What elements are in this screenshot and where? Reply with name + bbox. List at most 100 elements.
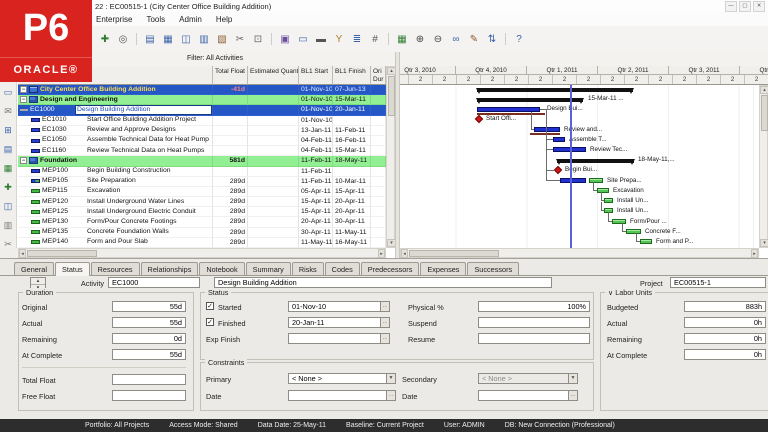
gantt-element[interactable]: [547, 170, 555, 171]
filter-icon[interactable]: Y: [331, 31, 347, 47]
details-tab[interactable]: Codes: [324, 262, 360, 275]
wbs-icon[interactable]: ▦: [160, 31, 176, 47]
sort-icon[interactable]: ⇅: [484, 31, 500, 47]
column-header-estimated-quantities[interactable]: Estimated Quantities: [248, 66, 299, 85]
started-date-field[interactable]: 01-Nov-10…: [288, 301, 390, 312]
table-row[interactable]: MEP115 Excavation 289d 05-Apr-11 15-Apr-…: [18, 186, 386, 198]
gantt-element[interactable]: [534, 127, 560, 132]
primary-constraint-dropdown[interactable]: < None > ▼: [288, 373, 396, 384]
scroll-down-icon[interactable]: ▾: [760, 239, 768, 247]
primary-constraint-date-field[interactable]: …: [288, 390, 396, 401]
secondary-constraint-date-field[interactable]: …: [478, 390, 578, 401]
copy-icon[interactable]: ⊡: [250, 31, 266, 47]
maximize-icon[interactable]: ▢: [739, 1, 751, 12]
notebook-icon[interactable]: ✎: [466, 31, 482, 47]
gantt-element[interactable]: Install Un...: [617, 207, 649, 215]
gantt-element[interactable]: Assemble T...: [569, 136, 607, 144]
finished-date-field[interactable]: 20-Jan-11…: [288, 317, 390, 328]
gantt-element[interactable]: [597, 188, 609, 193]
scroll-right-icon[interactable]: ▸: [378, 249, 385, 258]
expand-collapse-icon[interactable]: −: [20, 157, 27, 165]
gantt-element[interactable]: [601, 200, 604, 201]
gantt-element[interactable]: Design Bui...: [547, 105, 583, 113]
actual-duration-field[interactable]: 55d: [112, 317, 186, 328]
gantt-element[interactable]: [476, 88, 634, 94]
gantt-element[interactable]: [560, 178, 586, 183]
activity-name-field[interactable]: Design Building Addition: [214, 277, 552, 288]
details-tab[interactable]: Summary: [245, 262, 291, 275]
table-row[interactable]: MEP130 Form/Pour Concrete Footings 289d …: [18, 217, 386, 228]
scroll-right-icon[interactable]: ▸: [751, 249, 758, 258]
filter-label[interactable]: Filter: All Activities: [187, 55, 243, 62]
table-row[interactable]: EC1160 Review Technical Data on Heat Pum…: [18, 146, 386, 157]
details-tab[interactable]: Risks: [291, 262, 324, 275]
gantt-element[interactable]: Site Prepa...: [607, 177, 642, 185]
activities-icon[interactable]: ◫: [178, 31, 194, 47]
at-complete-units-field[interactable]: 0h: [684, 349, 766, 360]
spreadsheet-icon[interactable]: ▦: [388, 31, 410, 47]
at-complete-duration-field[interactable]: 55d: [112, 349, 186, 360]
gantt-element[interactable]: [608, 221, 612, 222]
gantt-element[interactable]: Review Tec...: [590, 146, 627, 154]
gantt-element[interactable]: [531, 129, 534, 130]
split-icon[interactable]: ◫: [2, 200, 15, 213]
close-icon[interactable]: ✕: [753, 1, 765, 12]
column-header-orig-duration[interactable]: Ori Dur: [371, 66, 386, 85]
group-sort-icon[interactable]: ≣: [349, 31, 365, 47]
table-vertical-scrollbar[interactable]: ▴ ▾: [386, 66, 396, 248]
details-tab[interactable]: Successors: [467, 262, 520, 275]
table-row[interactable]: MEP100 Begin Building Construction 11-Fe…: [18, 166, 386, 177]
details-tab[interactable]: Notebook: [199, 262, 245, 275]
scroll-left-icon[interactable]: ◂: [401, 249, 408, 258]
column-header-bl1-start[interactable]: BL1 Start: [299, 66, 333, 85]
zoom-in-icon[interactable]: ⊕: [412, 31, 428, 47]
layout-icon[interactable]: ▣: [271, 31, 293, 47]
browse-icon[interactable]: …: [386, 391, 395, 400]
scroll-up-icon[interactable]: ▴: [760, 86, 768, 94]
menu-item[interactable]: Enterprise: [96, 15, 132, 24]
gantt-element[interactable]: [593, 190, 597, 191]
gantt-element[interactable]: [547, 139, 553, 140]
browse-icon[interactable]: …: [380, 302, 389, 311]
mail-icon[interactable]: ✉: [2, 105, 15, 118]
table-icon[interactable]: ▦: [2, 162, 15, 175]
scroll-thumb[interactable]: [409, 250, 499, 257]
gantt-element[interactable]: [626, 229, 641, 234]
chevron-down-icon[interactable]: ∨: [608, 288, 613, 297]
browse-icon[interactable]: …: [380, 318, 389, 327]
gantt-element[interactable]: [547, 149, 553, 150]
table-row[interactable]: EC1030 Review and Approve Designs 13-Jan…: [18, 125, 386, 136]
expand-all-icon[interactable]: ⊞: [2, 124, 15, 137]
remaining-units-field[interactable]: 0h: [684, 333, 766, 344]
gantt-element[interactable]: [570, 85, 572, 248]
table-row[interactable]: MEP135 Concrete Foundation Walls 289d 30…: [18, 227, 386, 238]
column-header-total-float[interactable]: Total Float: [213, 66, 248, 85]
table-row[interactable]: MEP120 Install Underground Water Lines 2…: [18, 197, 386, 208]
gantt-element[interactable]: [530, 133, 560, 135]
column-header-bl1-finish[interactable]: BL1 Finish: [333, 66, 371, 85]
table-row[interactable]: EC1010 Start Office Building Addition Pr…: [18, 115, 386, 126]
gantt-element[interactable]: [556, 159, 635, 165]
original-duration-field[interactable]: 55d: [112, 301, 186, 312]
table-horizontal-scrollbar[interactable]: ◂ ▸: [18, 248, 386, 258]
table-row[interactable]: EC1050 Assemble Technical Data for Heat …: [18, 135, 386, 147]
resources-icon[interactable]: ▥: [196, 31, 212, 47]
search-icon[interactable]: ◎: [115, 31, 131, 47]
details-tab[interactable]: General: [14, 262, 54, 275]
started-checkbox[interactable]: ✓: [206, 302, 214, 310]
gantt-element[interactable]: Excavation: [613, 187, 644, 195]
suspend-field[interactable]: [478, 317, 590, 328]
dropdown-arrow-icon[interactable]: ▼: [386, 374, 395, 383]
actual-units-field[interactable]: 0h: [684, 317, 766, 328]
gantt-element[interactable]: [622, 231, 626, 232]
gantt-element[interactable]: 18-May-11,...: [638, 156, 675, 164]
projects-icon[interactable]: ▤: [136, 31, 158, 47]
resume-field[interactable]: [478, 333, 590, 344]
gantt-element[interactable]: Form and P...: [656, 238, 693, 246]
menu-item[interactable]: Tools: [146, 15, 165, 24]
exp-finish-field[interactable]: …: [288, 333, 390, 344]
gantt-element[interactable]: Install Un...: [617, 197, 649, 205]
gantt-element[interactable]: [474, 114, 484, 124]
gantt-vertical-scrollbar[interactable]: ▴ ▾: [759, 85, 768, 248]
browse-icon[interactable]: …: [380, 334, 389, 343]
